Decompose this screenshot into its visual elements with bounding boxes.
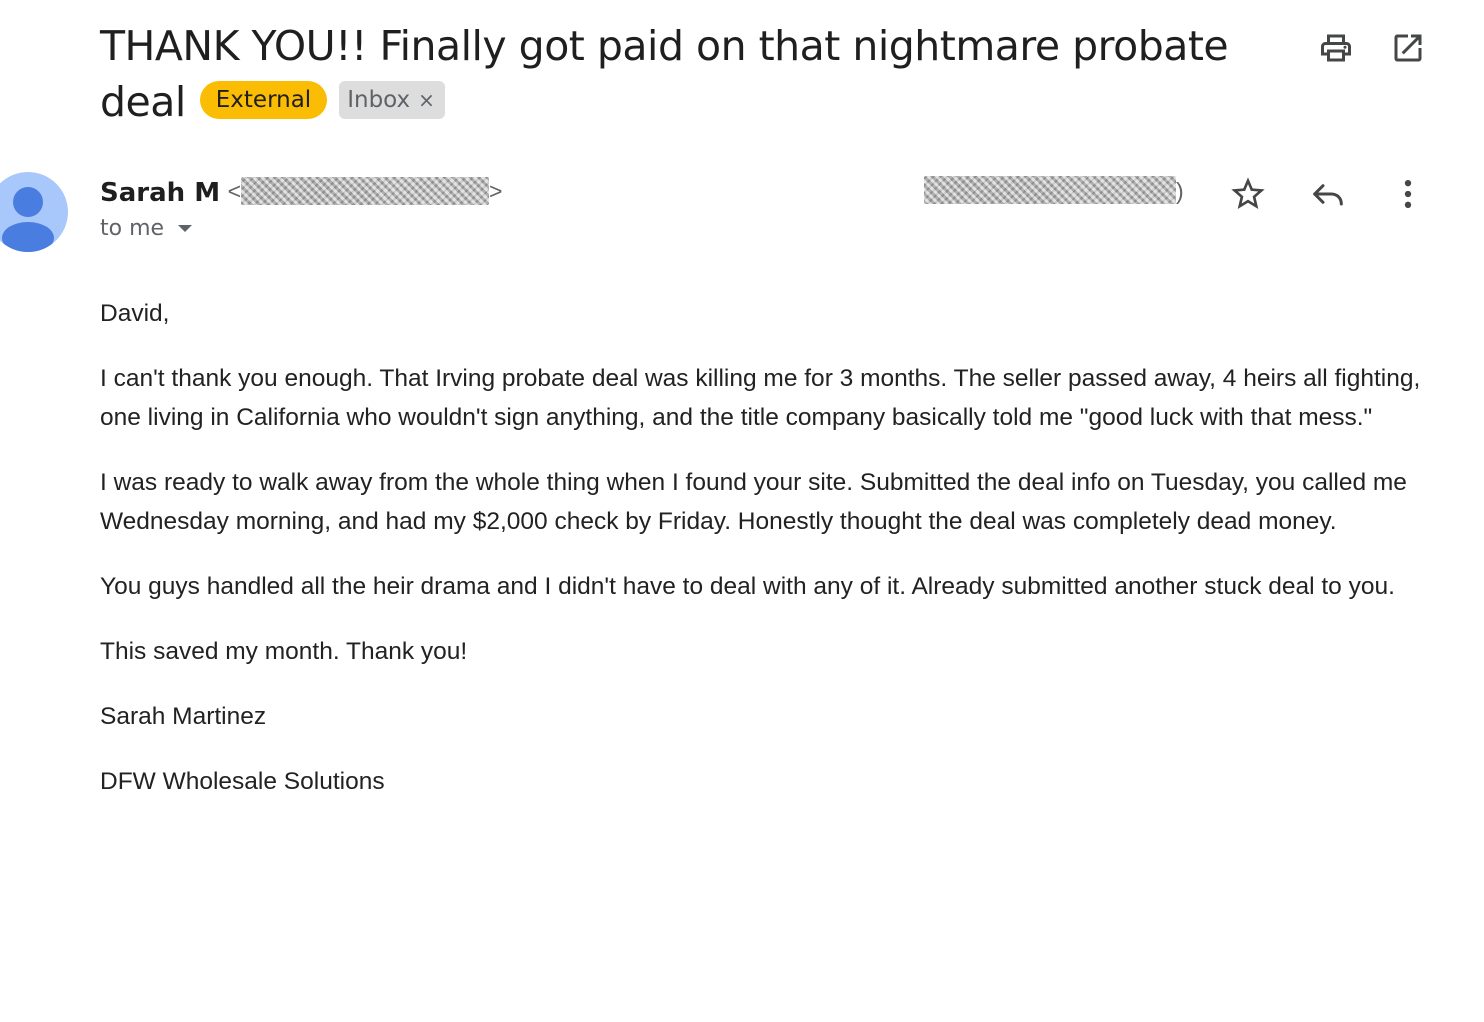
redacted-sender-email [241,176,490,205]
signature-name: Sarah Martinez [100,703,267,730]
remove-label-icon[interactable]: × [418,89,435,112]
body-paragraph: I was ready to walk away from the whole … [100,469,1407,535]
sender-name[interactable]: Sarah M [100,178,220,208]
reply-icon[interactable] [1308,174,1348,214]
recipient-text: to me [100,216,165,241]
greeting: David, [100,300,170,327]
inbox-label-chip[interactable]: Inbox × [339,81,445,119]
email-date: ) [924,175,1184,207]
sender-avatar[interactable] [0,172,68,252]
sender-line: Sarah M < > [100,174,502,210]
signature-company: DFW Wholesale Solutions [100,768,385,795]
date-close-paren: ) [1176,178,1184,204]
body-paragraph: You guys handled all the heir drama and … [100,573,1395,600]
redacted-date [924,175,1176,204]
print-icon[interactable] [1318,30,1354,66]
body-paragraph: This saved my month. Thank you! [100,638,468,665]
sender-email-close-bracket: > [489,178,503,204]
email-subject: THANK YOU!! Finally got paid on that nig… [100,18,1250,130]
sender-email-open-bracket: < [227,178,242,204]
recipient-details-toggle[interactable]: to me [100,216,193,241]
open-in-new-icon[interactable] [1390,30,1426,66]
email-body: David, I can't thank you enough. That Ir… [100,294,1430,827]
more-vert-icon[interactable] [1388,174,1428,214]
chevron-down-icon [178,225,193,232]
inbox-label-text: Inbox [347,87,411,113]
external-label-chip: External [199,81,328,119]
star-icon[interactable] [1228,174,1268,214]
body-paragraph: I can't thank you enough. That Irving pr… [100,365,1421,431]
email-view: THANK YOU!! Finally got paid on that nig… [0,0,1484,1022]
person-avatar-icon [2,187,54,252]
